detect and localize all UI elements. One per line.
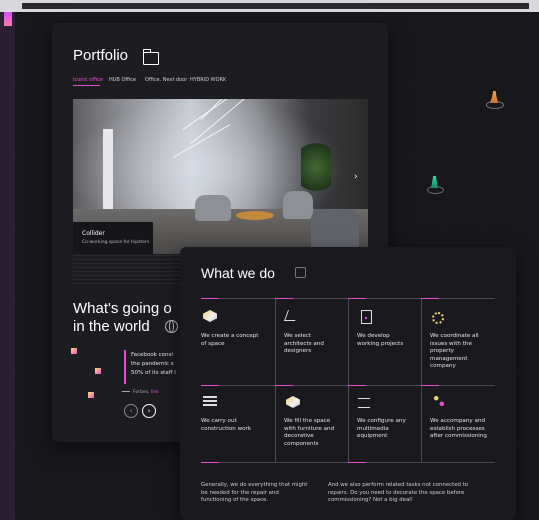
footer-text-right: And we also perform related tasks not co… — [328, 482, 469, 503]
service-text: We fill the space with furniture and dec… — [284, 418, 335, 447]
slide-caption-subtitle: Co-working space for hipsters — [82, 240, 150, 245]
grid-accent — [421, 298, 439, 299]
footer-text-left: Generally, we do everything that might b… — [201, 482, 308, 503]
photo-table — [236, 211, 274, 220]
grid-line — [275, 298, 276, 462]
gear-icon — [432, 312, 444, 324]
slide-next-arrow[interactable]: › — [354, 172, 358, 182]
service-text: We create a concept of space — [201, 333, 259, 347]
grid-accent — [275, 385, 293, 386]
news-prev-button[interactable]: ‹ — [124, 404, 138, 418]
process-nodes-icon — [432, 394, 446, 408]
decorative-rail — [73, 254, 183, 284]
browser-top-bar — [0, 0, 539, 12]
news-title-line-1: What's going o — [73, 300, 172, 317]
cube-decoration — [71, 348, 77, 354]
service-text: We configure any multimedia equipment — [357, 418, 406, 439]
news-next-button[interactable]: › — [142, 404, 156, 418]
grid-accent — [201, 385, 219, 386]
news-accent-bar — [124, 350, 126, 384]
photo-chair — [195, 195, 231, 221]
tab-office-next-door[interactable]: Office. Next door — [145, 77, 187, 83]
tab-hub-office[interactable]: HUB Office — [109, 77, 136, 83]
news-source-dash — [122, 391, 130, 392]
left-edge-strip — [0, 12, 15, 520]
puzzle-icon — [295, 267, 306, 278]
grid-accent — [348, 385, 366, 386]
cube-decoration — [88, 392, 94, 398]
service-text: We select architects and designers — [284, 333, 324, 354]
news-body-line: 50% of its staff l — [131, 370, 176, 376]
what-we-do-title: What we do — [201, 265, 275, 281]
cube-decoration — [95, 368, 101, 374]
tab-hybrid-work[interactable]: HYBRID WORK — [190, 77, 226, 83]
document-icon — [361, 310, 372, 324]
globe-icon — [165, 320, 178, 333]
service-text: We accompany and establish processes aft… — [430, 418, 487, 439]
top-bar-inner — [22, 3, 529, 9]
isometric-cube-art — [63, 345, 118, 415]
news-source-name: Forbes, — [133, 390, 150, 395]
photo-pillar — [103, 129, 113, 219]
grid-accent — [201, 462, 219, 463]
grid-accent — [201, 298, 219, 299]
grid-accent — [348, 298, 366, 299]
service-text: We develop working projects — [357, 333, 404, 347]
photo-plant — [301, 137, 331, 197]
folder-icon — [143, 49, 159, 65]
slide-caption: Collider Co-working space for hipsters — [73, 222, 153, 254]
tab-iconic-office[interactable]: Iconic office — [73, 77, 103, 83]
photo-chair — [311, 209, 359, 249]
grid-accent — [275, 298, 293, 299]
news-body-line: the pandemic s — [131, 361, 174, 367]
news-body: Facebook consi the pandemic s 50% of its… — [131, 351, 186, 378]
left-edge-accent — [4, 12, 12, 26]
grid-accent — [348, 462, 366, 463]
construction-bars-icon — [203, 396, 217, 406]
news-source: Forbes, link — [122, 390, 159, 395]
news-title-line-2: in the world — [73, 318, 150, 335]
active-tab-underline — [73, 85, 100, 86]
grid-line — [421, 298, 422, 462]
service-text: We coordinate all issues with the proper… — [430, 333, 479, 369]
grid-line — [348, 298, 349, 462]
light-line — [172, 124, 231, 158]
photo-chair — [283, 191, 313, 219]
slide-caption-title: Collider — [82, 230, 105, 237]
multimedia-arrows-icon — [358, 398, 370, 408]
service-text: We carry out construction work — [201, 418, 252, 432]
news-body-line: Facebook consi — [131, 352, 173, 358]
portfolio-title: Portfolio — [73, 47, 129, 64]
grid-accent — [421, 385, 439, 386]
news-source-link[interactable]: link — [151, 390, 159, 395]
